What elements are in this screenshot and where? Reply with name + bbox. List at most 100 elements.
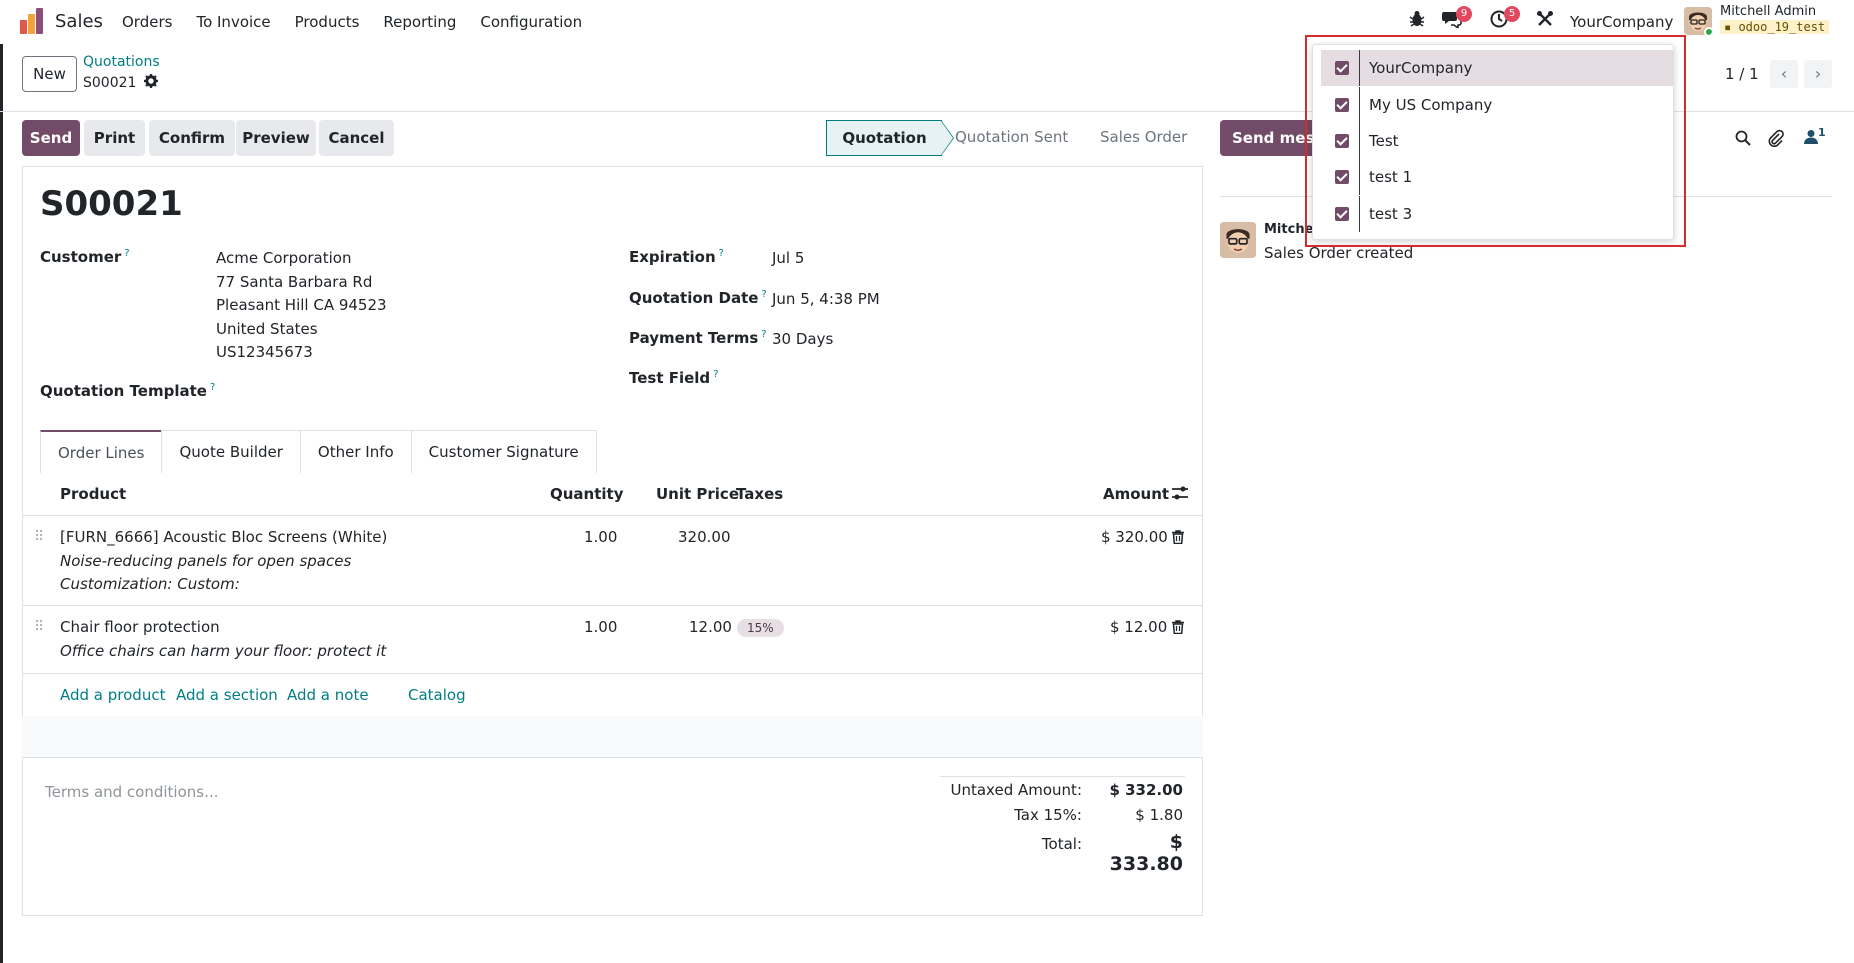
- pager-previous-icon[interactable]: ‹: [1770, 60, 1798, 88]
- table-row[interactable]: ⠿ Chair floor protection Office chairs c…: [22, 606, 1203, 674]
- customer-address-country: United States: [216, 320, 318, 338]
- record-name: S00021: [83, 75, 137, 91]
- stage-sales-order[interactable]: Sales Order: [1100, 120, 1187, 156]
- breadcrumb-current: S00021: [83, 74, 159, 92]
- help-tooltip-icon[interactable]: ?: [719, 248, 724, 259]
- payment-terms-label-text: Payment Terms: [629, 329, 759, 347]
- help-tooltip-icon[interactable]: ?: [713, 369, 718, 380]
- quotation-date-label-text: Quotation Date: [629, 289, 759, 307]
- delete-line-trash-icon[interactable]: [1172, 620, 1184, 635]
- payment-terms-field[interactable]: 30 Days: [772, 330, 833, 348]
- company-switcher[interactable]: YourCompany: [1570, 13, 1673, 31]
- tax-value: $ 1.80: [1135, 806, 1183, 824]
- col-unit-price[interactable]: Unit Price: [656, 485, 739, 503]
- activities-clock-icon[interactable]: 5: [1490, 6, 1520, 32]
- tab-quote-builder[interactable]: Quote Builder: [161, 430, 301, 473]
- total-value: $ 333.80: [1109, 831, 1183, 875]
- print-button[interactable]: Print: [84, 120, 145, 156]
- help-tooltip-icon[interactable]: ?: [761, 329, 766, 340]
- line-quantity[interactable]: 1.00: [584, 618, 617, 636]
- messages-icon[interactable]: 9: [1442, 6, 1472, 32]
- record-title: S00021: [40, 184, 183, 224]
- drag-handle-icon[interactable]: ⠿: [34, 530, 44, 544]
- drag-handle-icon[interactable]: ⠿: [34, 620, 44, 634]
- customer-label: Customer?: [40, 248, 130, 266]
- customer-vat: US12345673: [216, 343, 313, 361]
- customer-address-city: Pleasant Hill CA 94523: [216, 296, 387, 314]
- untaxed-amount-value: $ 332.00: [1109, 781, 1183, 799]
- user-avatar[interactable]: [1684, 7, 1712, 35]
- tab-order-lines[interactable]: Order Lines: [40, 430, 163, 473]
- preview-button[interactable]: Preview: [236, 120, 316, 156]
- column-settings-icon[interactable]: [1172, 486, 1188, 504]
- table-row[interactable]: ⠿ [FURN_6666] Acoustic Bloc Screens (Whi…: [22, 516, 1203, 606]
- quotation-date-field[interactable]: Jun 5, 4:38 PM: [772, 290, 880, 308]
- menu-products[interactable]: Products: [295, 13, 360, 31]
- line-unit-price[interactable]: 12.00: [689, 618, 732, 636]
- line-product[interactable]: [FURN_6666] Acoustic Bloc Screens (White…: [60, 528, 387, 546]
- line-amount: $ 320.00: [1101, 528, 1168, 546]
- quotation-template-label-text: Quotation Template: [40, 382, 207, 400]
- line-product[interactable]: Chair floor protection: [60, 618, 220, 636]
- tab-customer-signature[interactable]: Customer Signature: [410, 430, 597, 473]
- add-note-link[interactable]: Add a note: [287, 686, 369, 704]
- line-quantity[interactable]: 1.00: [584, 528, 617, 546]
- tab-other-info[interactable]: Other Info: [299, 430, 412, 473]
- menu-to-invoice[interactable]: To Invoice: [196, 13, 270, 31]
- add-section-link[interactable]: Add a section: [176, 686, 278, 704]
- tax-tag[interactable]: 15%: [737, 619, 784, 637]
- terms-conditions-field[interactable]: Terms and conditions...: [45, 783, 218, 801]
- gear-icon[interactable]: [144, 74, 159, 92]
- pager-next-icon[interactable]: ›: [1804, 60, 1832, 88]
- expiration-label: Expiration?: [629, 248, 724, 266]
- col-product[interactable]: Product: [60, 485, 126, 503]
- main-menu: Orders To Invoice Products Reporting Con…: [122, 13, 606, 31]
- window-edge: [0, 0, 3, 963]
- menu-orders[interactable]: Orders: [122, 13, 172, 31]
- expiration-field[interactable]: Jul 5: [772, 249, 804, 267]
- untaxed-amount-label: Untaxed Amount:: [950, 781, 1083, 799]
- messages-count-badge: 9: [1456, 6, 1472, 22]
- highlight-box: [1305, 35, 1686, 247]
- payment-terms-label: Payment Terms?: [629, 329, 767, 347]
- tools-icon[interactable]: [1536, 10, 1554, 32]
- send-button[interactable]: Send: [22, 120, 80, 156]
- database-name: ▪ odoo_19_test: [1720, 20, 1830, 34]
- stage-quotation-sent[interactable]: Quotation Sent: [955, 120, 1068, 156]
- col-taxes[interactable]: Taxes: [736, 485, 783, 503]
- help-tooltip-icon[interactable]: ?: [761, 289, 766, 300]
- catalog-link[interactable]: Catalog: [408, 686, 466, 704]
- search-icon[interactable]: [1735, 130, 1751, 150]
- line-unit-price[interactable]: 320.00: [678, 528, 731, 546]
- menu-configuration[interactable]: Configuration: [480, 13, 582, 31]
- line-description: Office chairs can harm your floor: prote…: [60, 642, 387, 660]
- add-product-link[interactable]: Add a product: [60, 686, 165, 704]
- breadcrumb-quotations[interactable]: Quotations: [83, 54, 160, 70]
- confirm-button[interactable]: Confirm: [149, 120, 235, 156]
- help-tooltip-icon[interactable]: ?: [124, 248, 129, 259]
- message-author-avatar[interactable]: [1220, 222, 1256, 258]
- totals-divider: [940, 776, 1185, 777]
- help-tooltip-icon[interactable]: ?: [210, 382, 215, 393]
- new-button[interactable]: New: [22, 56, 77, 92]
- quotation-date-label: Quotation Date?: [629, 289, 767, 307]
- stage-arrow-fill: [941, 121, 953, 155]
- customer-name[interactable]: Acme Corporation: [216, 249, 351, 267]
- customer-address-street: 77 Santa Barbara Rd: [216, 273, 373, 291]
- user-name[interactable]: Mitchell Admin: [1720, 4, 1816, 19]
- attachment-paperclip-icon[interactable]: [1768, 129, 1784, 151]
- pager-value[interactable]: 1 / 1: [1725, 65, 1759, 83]
- cancel-button[interactable]: Cancel: [319, 120, 394, 156]
- menu-reporting[interactable]: Reporting: [383, 13, 456, 31]
- customer-label-text: Customer: [40, 248, 122, 266]
- expiration-label-text: Expiration: [629, 248, 716, 266]
- sales-app-icon[interactable]: [20, 8, 46, 34]
- app-name[interactable]: Sales: [55, 11, 103, 32]
- delete-line-trash-icon[interactable]: [1172, 530, 1184, 545]
- col-quantity[interactable]: Quantity: [550, 485, 624, 503]
- followers-user-icon[interactable]: [1804, 129, 1818, 149]
- stage-quotation[interactable]: Quotation: [826, 120, 942, 156]
- col-amount[interactable]: Amount: [1103, 485, 1169, 503]
- line-description: Noise-reducing panels for open spaces: [60, 552, 352, 570]
- debug-icon[interactable]: [1409, 10, 1425, 32]
